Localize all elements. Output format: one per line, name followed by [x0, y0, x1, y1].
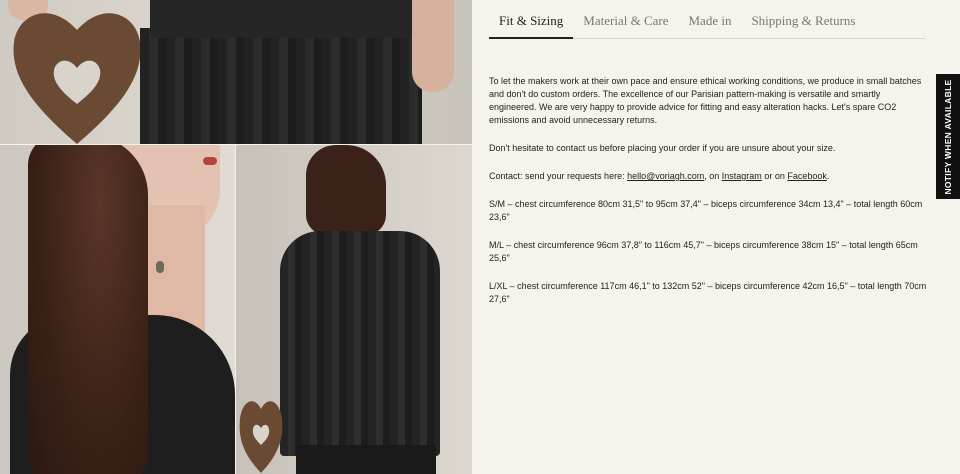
facebook-link[interactable]: Facebook	[787, 171, 827, 181]
arm	[412, 0, 454, 92]
size-sm: S/M – chest circumference 80cm 31,5" to …	[489, 199, 923, 222]
contact-sep: or on	[761, 171, 788, 181]
hair	[306, 145, 386, 235]
instagram-link[interactable]: Instagram	[722, 171, 762, 181]
skirt	[140, 28, 422, 144]
intro-paragraph: To let the makers work at their own pace…	[489, 76, 922, 125]
product-photo-front[interactable]	[0, 145, 235, 474]
notify-when-available-button[interactable]: NOTIFY WHEN AVAILABLE	[936, 74, 960, 199]
contact-paragraph: Contact: send your requests here: hello@…	[489, 170, 927, 183]
email-link[interactable]: hello@voriagh.com	[627, 171, 704, 181]
hesitate-paragraph: Don't hesitate to contact us before plac…	[489, 143, 836, 153]
contact-prefix: Contact: send your requests here:	[489, 171, 628, 181]
size-lxl: L/XL – chest circumference 117cm 46,1" t…	[489, 281, 927, 304]
contact-sep: , on	[704, 171, 722, 181]
tab-made-in[interactable]: Made in	[678, 0, 741, 39]
tab-panel-fit-sizing: To let the makers work at their own pace…	[489, 75, 927, 321]
product-photo-heart-skirt[interactable]	[0, 0, 472, 144]
tab-material-care[interactable]: Material & Care	[573, 0, 678, 39]
hair	[28, 145, 148, 474]
black-blouse	[280, 231, 440, 456]
notify-label: NOTIFY WHEN AVAILABLE	[943, 78, 953, 195]
product-photo-back[interactable]	[236, 145, 472, 474]
contact-suffix: .	[826, 171, 830, 181]
wooden-heart-icon	[13, 13, 141, 144]
tab-shipping-returns[interactable]: Shipping & Returns	[741, 0, 865, 39]
product-info-tabs: Fit & Sizing Material & Care Made in Shi…	[489, 0, 925, 39]
blouse	[150, 0, 412, 38]
tab-fit-sizing[interactable]: Fit & Sizing	[489, 0, 574, 39]
skirt	[296, 445, 436, 474]
product-gallery	[0, 0, 472, 474]
lip	[203, 157, 217, 165]
wooden-heart-icon	[239, 401, 283, 473]
necklace-pendant	[156, 261, 164, 273]
size-ml: M/L – chest circumference 96cm 37,8" to …	[489, 240, 918, 263]
